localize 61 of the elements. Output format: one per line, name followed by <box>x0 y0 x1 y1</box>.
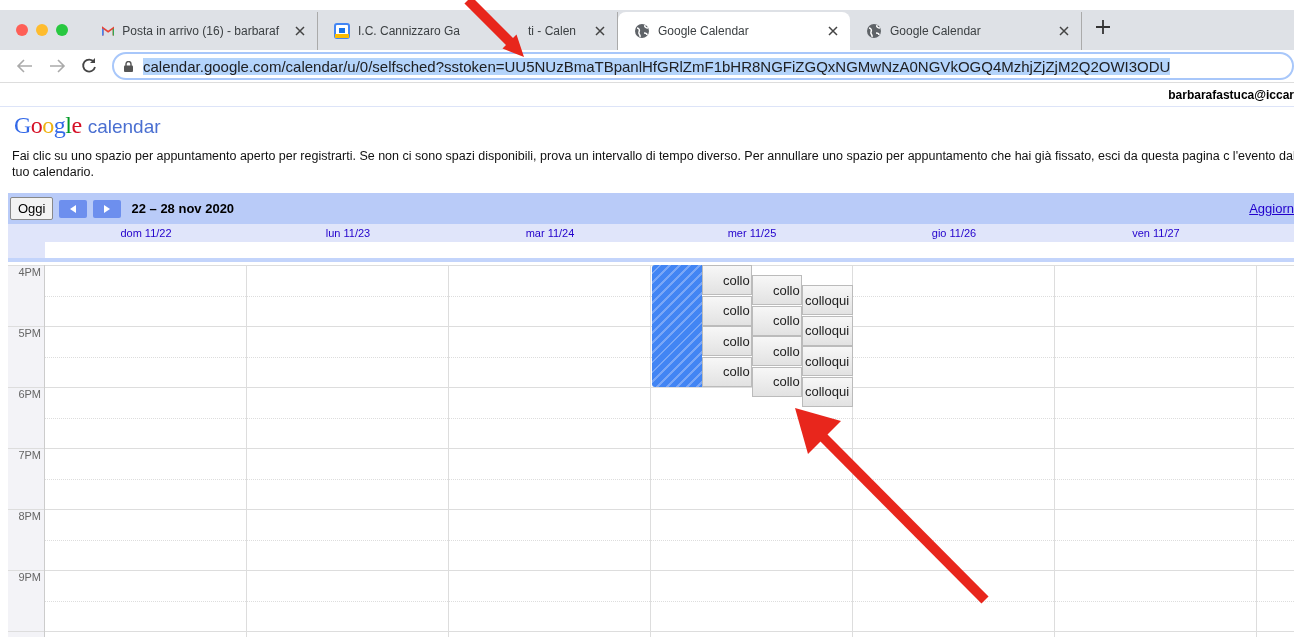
hour-label: 6PM <box>18 388 41 400</box>
appointment-slot[interactable]: colloqui <box>802 376 853 407</box>
tab-title: Posta in arrivo (16) - barbaraf <box>122 24 279 38</box>
appointment-slot[interactable]: colloqui <box>802 346 853 376</box>
annotation-arrow <box>464 0 524 57</box>
appointment-slot[interactable]: collo <box>752 336 802 366</box>
back-icon[interactable] <box>16 57 34 75</box>
zoom-window-button[interactable] <box>56 24 68 36</box>
appointment-slot[interactable]: collo <box>702 295 752 326</box>
day-heading: ven 11/27 <box>1131 227 1181 239</box>
tab-title: Google Calendar <box>658 24 749 38</box>
calendar-icon <box>334 23 350 39</box>
close-icon[interactable] <box>828 26 838 36</box>
tab-title: I.C. Cannizzaro Ga <box>358 24 462 38</box>
forward-icon[interactable] <box>48 57 66 75</box>
close-icon[interactable] <box>295 26 305 36</box>
appointment-slot[interactable]: collo <box>702 265 752 295</box>
day-heading: gio 11/26 <box>930 227 978 239</box>
next-week-button[interactable] <box>93 199 122 218</box>
lock-icon <box>124 60 133 72</box>
browser-tab[interactable]: Posta in arrivo (16) - barbaraf <box>86 12 318 50</box>
appointment-slot[interactable]: collo <box>702 326 752 356</box>
hour-label: 9PM <box>18 571 41 583</box>
url-text: calendar.google.com/calendar/u/0/selfsched?sstoken=UU5NUzBmaTBpanlHfGRlZmF1bHR8NGFiZGQxNGMwNzA0NGVkOGQ4MzhjZjZjM2Q2OWI3ODU <box>143 57 1171 75</box>
appointment-slot[interactable]: colloqui <box>802 285 853 315</box>
close-icon[interactable] <box>595 26 605 36</box>
day-heading: dom 11/22 <box>119 227 173 239</box>
address-bar[interactable]: calendar.google.com/calendar/u/0/selfsched?sstoken=UU5NUzBmaTBpanlHfGRlZmF1bHR8NGFiZGQxNGMwNzA0NGVkOGQ4MzhjZjZjM2Q2OWI3ODU <box>112 52 1294 80</box>
globe-icon <box>866 23 882 39</box>
logo-product-name: calendar <box>87 116 161 138</box>
close-window-button[interactable] <box>16 24 28 36</box>
left-triangle-icon <box>70 204 77 213</box>
logo-wordmark: Google <box>14 112 82 139</box>
mail-icon <box>102 25 115 37</box>
close-icon[interactable] <box>1059 26 1069 36</box>
day-heading: mer 11/25 <box>726 227 778 239</box>
right-triangle-icon <box>104 204 111 213</box>
appointment-slot[interactable]: collo <box>702 356 752 387</box>
globe-icon <box>634 23 650 39</box>
hour-label: 5PM <box>18 327 41 339</box>
tab-title: ti - Calen <box>528 24 577 38</box>
day-heading: mar 11/24 <box>524 227 576 239</box>
browser-tab[interactable]: Google Calendar <box>850 12 1082 50</box>
tab-title: Google Calendar <box>890 24 981 38</box>
hour-label: 7PM <box>18 449 41 461</box>
reload-icon[interactable] <box>80 57 98 75</box>
hour-label: 4PM <box>18 266 41 278</box>
account-email: barbarafastuca@iccar <box>1168 88 1294 102</box>
date-range: 22 – 28 nov 2020 <box>131 201 235 216</box>
refresh-link[interactable]: Aggiorn <box>1249 201 1294 216</box>
browser-tab[interactable]: Google Calendar <box>618 12 850 50</box>
hour-label: 8PM <box>18 510 41 522</box>
appointment-slot[interactable]: collo <box>752 366 802 397</box>
new-tab-icon[interactable] <box>1096 20 1110 34</box>
day-heading: lun 11/23 <box>324 227 372 239</box>
appointment-slot[interactable]: collo <box>752 305 802 336</box>
today-button[interactable]: Oggi <box>10 197 54 220</box>
previous-week-button[interactable] <box>59 199 88 218</box>
appointment-slot[interactable]: collo <box>752 275 802 305</box>
appointment-slot[interactable]: colloqui <box>802 315 853 346</box>
instructions-text: Fai clic su uno spazio per appuntamento aperto per registrarti. Se non ci sono spazi disponibili, prova un intervallo di tempo diverso. Per annullare uno spazio per appuntamento che hai già fissato, esci da questa pagina c l'evento dal tuo calendario. <box>12 148 1294 180</box>
